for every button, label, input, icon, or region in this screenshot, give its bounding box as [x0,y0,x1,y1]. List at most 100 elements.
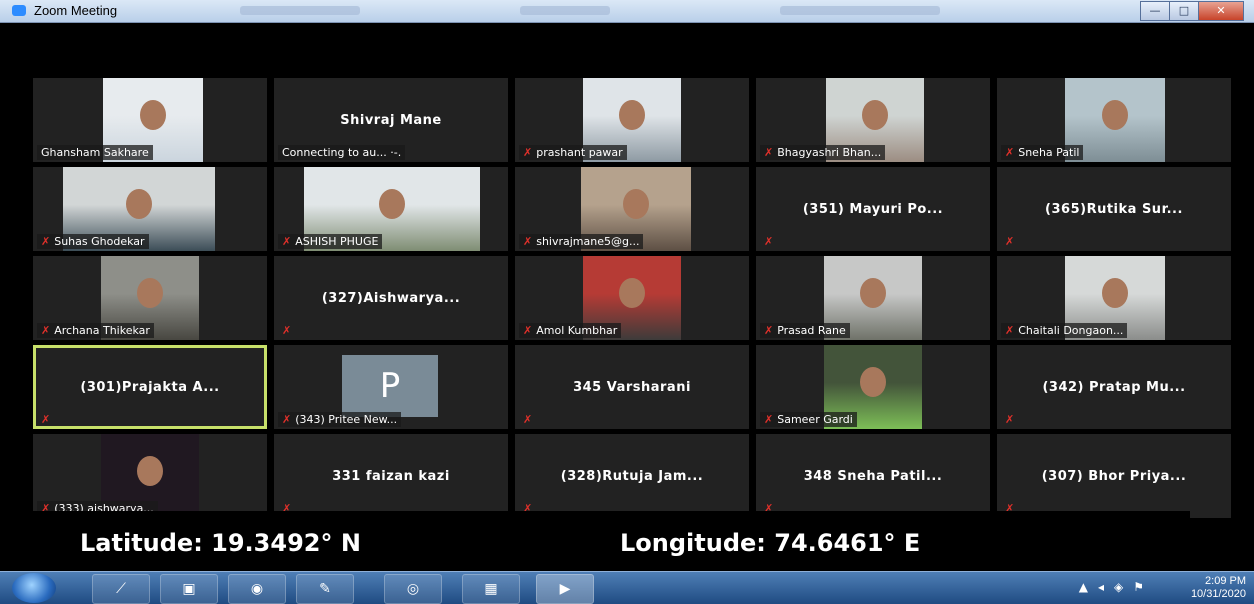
mic-muted-icon: ✗ [1005,146,1015,159]
participant-tile[interactable]: ✗ (333) aishwarya... [33,434,267,518]
mic-muted-icon: ✗ [41,324,51,337]
participant-label-text: Sneha Patil [1018,146,1080,159]
mic-muted-icon: ✗ [764,235,774,248]
participant-name: Shivraj Mane [340,113,442,128]
participant-head [126,189,152,219]
participant-label-text: Sameer Gardi [777,413,853,426]
participant-label-text: (343) Pritee New... [295,413,398,426]
participant-tile[interactable]: Shivraj Mane Connecting to au... ·-. [274,78,508,162]
participant-tile[interactable]: ✗ prashant pawar [515,78,749,162]
participant-head [379,189,405,219]
participant-tile[interactable]: 331 faizan kazi ✗ [274,434,508,518]
participant-label: ✗ Archana Thikekar [37,323,154,338]
taskbar-paint-icon[interactable]: ✎ [296,574,354,604]
close-button[interactable]: ✕ [1198,1,1244,21]
participant-label: ✗ ASHISH PHUGE [278,234,383,249]
participant-tile[interactable]: ✗ Bhagyashri Bhan... [756,78,990,162]
clock-time: 2:09 PM [1205,575,1246,587]
participant-name: (365)Rutika Sur... [1045,202,1183,217]
mic-muted-icon: ✗ [41,413,51,426]
participant-head [619,278,645,308]
mic-muted-icon: ✗ [282,413,292,426]
participant-label-text: Bhagyashri Bhan... [777,146,882,159]
avatar: P [342,355,438,417]
taskbar-explorer-icon[interactable]: ▣ [160,574,218,604]
mic-muted-icon: ✗ [523,235,533,248]
participant-label: ✗ [1001,412,1018,427]
participant-label: ✗ [278,323,295,338]
participant-tile[interactable]: ✗ Chaitali Dongaon... [997,256,1231,340]
participant-label-text: Archana Thikekar [54,324,150,337]
participant-label: ✗ [760,234,777,249]
participant-label: ✗ [1001,234,1018,249]
window-title: Zoom Meeting [34,3,118,18]
participant-tile[interactable]: ✗ Sneha Patil [997,78,1231,162]
taskbar-chrome-icon[interactable]: ◎ [384,574,442,604]
participant-tile[interactable]: ✗ Suhas Ghodekar [33,167,267,251]
participant-name: (328)Rutuja Jam... [560,469,704,484]
taskbar-excel-icon[interactable]: ▦ [462,574,520,604]
minimize-button[interactable]: — [1140,1,1170,21]
participant-tile[interactable]: (327)Aishwarya... ✗ [274,256,508,340]
taskbar-firefox-icon[interactable]: ◉ [228,574,286,604]
mic-muted-icon: ✗ [1005,324,1015,337]
participant-label: ✗ shivrajmane5@g... [519,234,644,249]
participant-tile[interactable]: P ✗ (343) Pritee New... [274,345,508,429]
maximize-button[interactable]: □ [1169,1,1199,21]
participant-tile[interactable]: ✗ Archana Thikekar [33,256,267,340]
participant-tile[interactable]: 348 Sneha Patil... ✗ [756,434,990,518]
participant-head [860,367,886,397]
participant-tile[interactable]: ✗ Amol Kumbhar [515,256,749,340]
taskbar-pin-icon[interactable]: ⟋ [92,574,150,604]
participant-tile[interactable]: ✗ Prasad Rane [756,256,990,340]
participant-name: 331 faizan kazi [332,469,450,484]
participant-label: ✗ (343) Pritee New... [278,412,402,427]
gps-overlay: Latitude: 19.3492° N Longitude: 74.6461°… [8,511,1190,571]
participant-tile[interactable]: (307) Bhor Priya... ✗ [997,434,1231,518]
participant-label-text: Ghansham Sakhare [41,146,149,159]
windows-taskbar: ⟋ ▣ ◉ ✎ ◎ ▦ ▶ ▲◂◈⚑ 2:09 PM 10/31/2020 [0,571,1254,604]
mic-muted-icon: ✗ [282,324,292,337]
meeting-stage: Ghansham Sakhare Shivraj Mane Connecting t… [8,23,1254,571]
longitude-text: Longitude: 74.6461° E [620,529,921,557]
participant-label-text: prashant pawar [536,146,623,159]
system-clock[interactable]: 2:09 PM 10/31/2020 [1191,575,1246,601]
participant-head [860,278,886,308]
participant-name: (327)Aishwarya... [321,291,461,306]
participant-tile[interactable]: (365)Rutika Sur... ✗ [997,167,1231,251]
mic-muted-icon: ✗ [764,324,774,337]
background-blur [780,6,940,15]
participant-label-text: Prasad Rane [777,324,846,337]
system-tray-icons[interactable]: ▲◂◈⚑ [1079,580,1154,594]
participant-label-text: Chaitali Dongaon... [1018,324,1124,337]
participant-label: ✗ [37,412,54,427]
taskbar-zoom-icon[interactable]: ▶ [536,574,594,604]
participant-head [1102,278,1128,308]
mic-muted-icon: ✗ [1005,413,1015,426]
participant-tile[interactable]: (301)Prajakta A... ✗ [33,345,267,429]
participant-name: 348 Sneha Patil... [803,469,943,484]
window-controls: — □ ✕ [1140,1,1244,21]
participant-head [137,456,163,486]
mic-muted-icon: ✗ [523,146,533,159]
participant-label-text: Suhas Ghodekar [54,235,145,248]
participant-tile[interactable]: (342) Pratap Mu... ✗ [997,345,1231,429]
participant-head [137,278,163,308]
participant-tile[interactable]: 345 Varsharani ✗ [515,345,749,429]
participant-tile[interactable]: ✗ shivrajmane5@g... [515,167,749,251]
participant-label-text: shivrajmane5@g... [536,235,640,248]
participant-label: ✗ Suhas Ghodekar [37,234,149,249]
zoom-app-icon [12,5,26,16]
participant-tile[interactable]: (351) Mayuri Po... ✗ [756,167,990,251]
participant-tile[interactable]: Ghansham Sakhare [33,78,267,162]
participant-label: ✗ Sneha Patil [1001,145,1084,160]
participant-tile[interactable]: ✗ Sameer Gardi [756,345,990,429]
participant-tile[interactable]: (328)Rutuja Jam... ✗ [515,434,749,518]
clock-date: 10/31/2020 [1190,588,1246,600]
participant-tile[interactable]: ✗ ASHISH PHUGE [274,167,508,251]
participant-label: ✗ Bhagyashri Bhan... [760,145,886,160]
participant-label: Ghansham Sakhare [37,145,153,160]
participant-label: ✗ Amol Kumbhar [519,323,622,338]
participant-head [862,100,888,130]
start-button[interactable] [12,573,56,603]
